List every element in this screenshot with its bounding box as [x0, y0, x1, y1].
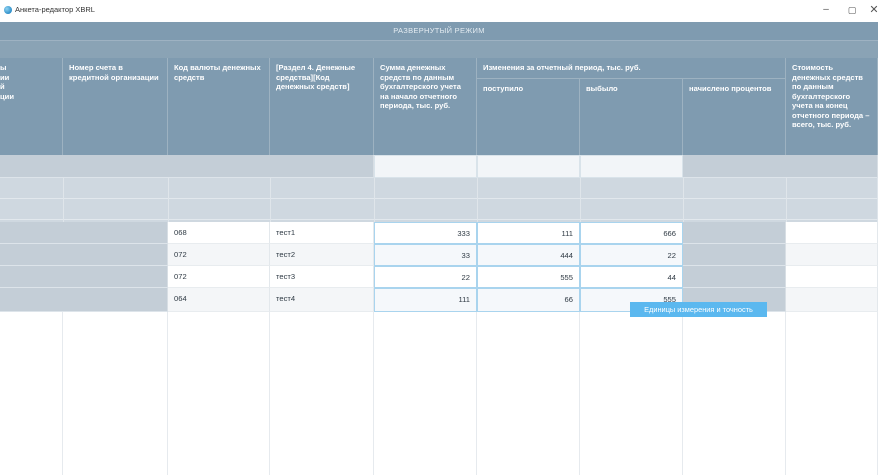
empty-column-area [270, 312, 374, 475]
cell-withdrawn[interactable]: 22 [580, 244, 683, 266]
table-cell-input[interactable] [580, 155, 683, 178]
header-cell-section-code: [Раздел 4. Денежные средства][Код денежн… [270, 58, 374, 155]
cell-currency-code[interactable]: 064 [168, 288, 270, 312]
cell-start-balance[interactable]: 22 [374, 266, 477, 288]
cell-currency-code[interactable]: 068 [168, 222, 270, 244]
header-cell-interest: начислено процентов [683, 78, 786, 155]
cell-received[interactable]: 444 [477, 244, 580, 266]
cell-start-balance[interactable]: 33 [374, 244, 477, 266]
table-row-empty [0, 178, 878, 199]
cell-received[interactable]: 555 [477, 266, 580, 288]
table-row [0, 266, 168, 288]
close-button[interactable]: ✕ [862, 2, 878, 18]
header-cell-account-number: Номер счета в кредитной организации [63, 58, 168, 155]
header-cell-end-balance: Стоимость денежных средств по данным бух… [786, 58, 878, 155]
data-table: ы ии й ции Номер счета в кредитной орган… [0, 58, 878, 475]
empty-column-area [580, 312, 683, 475]
title-bar: Анкета-редактор XBRL – ▢ ✕ [0, 0, 878, 22]
empty-column-area [786, 312, 878, 475]
cell-interest [683, 244, 786, 266]
table-row-empty [683, 155, 878, 178]
table-row [0, 244, 168, 266]
cell-section-code[interactable]: тест1 [270, 222, 374, 244]
table-row [0, 222, 168, 244]
header-cell-org: ы ии й ции [0, 58, 63, 155]
table-row-empty [0, 155, 374, 178]
cell-section-code[interactable]: тест4 [270, 288, 374, 312]
toolbar-strip [0, 40, 878, 59]
empty-column-area [63, 312, 168, 475]
header-cell-received: поступило [477, 78, 580, 155]
cell-withdrawn[interactable]: 666 [580, 222, 683, 244]
table-cell-input[interactable] [477, 155, 580, 178]
cell-section-code[interactable]: тест3 [270, 266, 374, 288]
header-cell-currency-code: Код валюты денежных средств [168, 58, 270, 155]
cell-interest [683, 266, 786, 288]
units-precision-tooltip: Единицы измерения и точность [630, 302, 767, 317]
cell-end-balance[interactable] [786, 266, 878, 288]
cell-currency-code[interactable]: 072 [168, 244, 270, 266]
table-row-empty [0, 199, 878, 220]
empty-column-area [374, 312, 477, 475]
cell-currency-code[interactable]: 072 [168, 266, 270, 288]
maximize-button[interactable]: ▢ [840, 2, 864, 18]
cell-end-balance[interactable] [786, 222, 878, 244]
empty-column-area [168, 312, 270, 475]
mode-banner: РАЗВЕРНУТЫЙ РЕЖИМ [0, 22, 878, 40]
cell-withdrawn[interactable]: 44 [580, 266, 683, 288]
header-cell-start-balance: Сумма денежных средств по данным бухгалт… [374, 58, 477, 155]
empty-column-area [683, 312, 786, 475]
table-row [0, 288, 168, 312]
app-logo-icon [4, 6, 12, 14]
empty-column-area [0, 312, 63, 475]
cell-received[interactable]: 111 [477, 222, 580, 244]
cell-end-balance[interactable] [786, 288, 878, 312]
cell-start-balance[interactable]: 111 [374, 288, 477, 312]
header-group-changes: Изменения за отчетный период, тыс. руб. [477, 58, 786, 78]
header-cell-withdrawn: выбыло [580, 78, 683, 155]
table-cell-input[interactable] [374, 155, 477, 178]
minimize-button[interactable]: – [814, 2, 838, 18]
cell-end-balance[interactable] [786, 244, 878, 266]
empty-column-area [477, 312, 580, 475]
cell-start-balance[interactable]: 333 [374, 222, 477, 244]
cell-section-code[interactable]: тест2 [270, 244, 374, 266]
cell-received[interactable]: 66 [477, 288, 580, 312]
cell-interest [683, 222, 786, 244]
window-title: Анкета-редактор XBRL [15, 5, 95, 14]
